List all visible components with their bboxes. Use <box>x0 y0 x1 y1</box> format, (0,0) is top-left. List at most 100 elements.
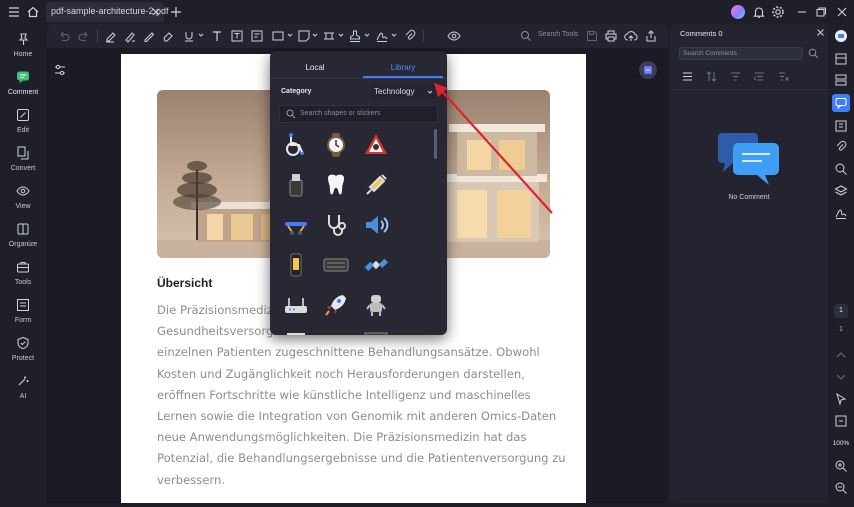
search-icon[interactable] <box>808 48 819 59</box>
nav-item-ai[interactable]: AI <box>2 372 44 408</box>
body-line: Kosten und Zugänglichkeit noch Herausfor… <box>157 366 525 381</box>
callout-icon[interactable] <box>250 29 264 43</box>
chevron-down-icon[interactable] <box>287 32 293 38</box>
partial-sticker[interactable] <box>283 329 309 335</box>
ai-assistant-button[interactable] <box>639 61 657 79</box>
avatar[interactable] <box>731 5 745 19</box>
zoom-in-icon[interactable] <box>834 459 848 473</box>
list-icon[interactable] <box>682 71 693 82</box>
redo-icon[interactable] <box>77 29 91 43</box>
filter-icon[interactable] <box>730 71 741 82</box>
current-page-input[interactable]: 1 <box>834 304 848 318</box>
new-tab-icon[interactable] <box>168 4 184 20</box>
robot-icon[interactable] <box>363 292 389 318</box>
tab-local[interactable]: Local <box>270 63 360 72</box>
usb-drive-icon[interactable] <box>283 172 309 198</box>
zoom-out-icon[interactable] <box>834 481 848 495</box>
chevron-down-icon[interactable] <box>312 32 318 38</box>
layers-icon[interactable] <box>834 184 848 198</box>
eye-icon <box>16 186 30 196</box>
phone-icon[interactable] <box>283 252 309 278</box>
bell-icon[interactable] <box>751 4 767 20</box>
tooth-icon[interactable] <box>323 172 349 198</box>
search-icon[interactable] <box>834 162 848 176</box>
filter-settings-icon[interactable] <box>52 62 68 78</box>
comments-search-input[interactable]: Search Comments <box>679 47 803 60</box>
toolbar-separator <box>97 30 98 42</box>
nav-label-ai: AI <box>19 393 27 400</box>
clear-filter-icon[interactable] <box>778 71 789 82</box>
nav-item-tools[interactable]: Tools <box>2 258 44 294</box>
eye-icon[interactable] <box>447 29 461 43</box>
restore-icon[interactable] <box>813 4 829 20</box>
nav-item-convert[interactable]: Convert <box>2 144 44 180</box>
nav-item-protect[interactable]: Protect <box>2 334 44 370</box>
gear-icon[interactable] <box>770 4 786 20</box>
attachment-icon[interactable] <box>403 29 417 43</box>
undo-icon[interactable] <box>57 29 71 43</box>
close-tab-icon[interactable] <box>150 6 162 18</box>
stethoscope-icon[interactable] <box>323 212 349 238</box>
menu-icon[interactable] <box>6 4 22 20</box>
sort-icon[interactable] <box>706 71 717 82</box>
signature-icon[interactable] <box>834 206 848 220</box>
panel-icon[interactable] <box>834 52 848 66</box>
ai-chat-icon[interactable] <box>834 29 848 43</box>
chevron-down-icon[interactable] <box>364 32 370 38</box>
text-box-icon[interactable] <box>230 29 244 43</box>
underline-icon[interactable] <box>182 29 196 43</box>
upload-cloud-icon[interactable] <box>624 29 638 43</box>
highlight-icon[interactable] <box>103 29 117 43</box>
nav-item-organize[interactable]: Organize <box>2 220 44 256</box>
comments-panel-toggle[interactable] <box>832 94 850 112</box>
close-window-icon[interactable] <box>834 4 850 20</box>
chevron-down-icon[interactable] <box>834 370 848 384</box>
print-icon[interactable] <box>604 29 618 43</box>
nav-item-edit[interactable]: Edit <box>2 106 44 142</box>
fit-page-icon[interactable] <box>834 414 848 428</box>
partial-sticker[interactable] <box>363 329 389 335</box>
nav-item-form[interactable]: Form <box>2 296 44 332</box>
nav-item-comment[interactable]: Comment <box>2 68 44 104</box>
sticker-search-input[interactable]: Search shapes or stickers <box>279 105 438 123</box>
signature-icon[interactable] <box>375 29 389 43</box>
rocket-icon[interactable] <box>323 292 349 318</box>
watch-icon[interactable] <box>323 132 349 158</box>
attachment-icon[interactable] <box>834 140 848 154</box>
stamp-icon[interactable] <box>348 29 362 43</box>
chevron-down-icon[interactable] <box>338 32 344 38</box>
edit-icon <box>17 109 29 121</box>
eraser-icon[interactable] <box>161 29 175 43</box>
document-tab[interactable]: pdf-sample-architecture-2.pdf <box>46 2 169 22</box>
nav-item-view[interactable]: View <box>2 182 44 218</box>
close-icon[interactable] <box>816 28 825 37</box>
minimize-icon[interactable] <box>794 4 810 20</box>
pencil-icon[interactable] <box>142 29 156 43</box>
tab-library[interactable]: Library <box>363 63 443 72</box>
speaker-icon[interactable] <box>363 212 389 238</box>
home-icon[interactable] <box>25 4 41 20</box>
keyboard-icon[interactable] <box>323 252 349 278</box>
chevron-down-icon[interactable] <box>391 32 397 38</box>
sticky-note-icon[interactable] <box>297 29 311 43</box>
chevron-down-icon[interactable] <box>198 32 204 38</box>
wheelchair-icon[interactable] <box>283 132 309 158</box>
thumbnails-icon[interactable] <box>834 73 848 87</box>
select-cursor-icon[interactable] <box>834 392 848 406</box>
router-icon[interactable] <box>283 292 309 318</box>
shape-icon[interactable] <box>271 29 285 43</box>
hazard-sign-icon[interactable] <box>363 132 389 158</box>
text-icon[interactable] <box>210 29 224 43</box>
nav-item-home[interactable]: Home <box>2 30 44 66</box>
bookmark-panel-icon[interactable] <box>834 119 848 133</box>
satellite-icon[interactable] <box>363 252 389 278</box>
syringe-icon[interactable] <box>363 172 389 198</box>
save-icon[interactable] <box>585 29 599 43</box>
collapse-icon[interactable] <box>754 71 765 82</box>
share-icon[interactable] <box>644 29 658 43</box>
measure-icon[interactable] <box>322 29 336 43</box>
chevron-up-icon[interactable] <box>834 348 848 362</box>
stretcher-icon[interactable] <box>283 212 309 238</box>
zoom-level[interactable]: 100% <box>828 440 854 447</box>
area-highlight-icon[interactable] <box>123 29 137 43</box>
